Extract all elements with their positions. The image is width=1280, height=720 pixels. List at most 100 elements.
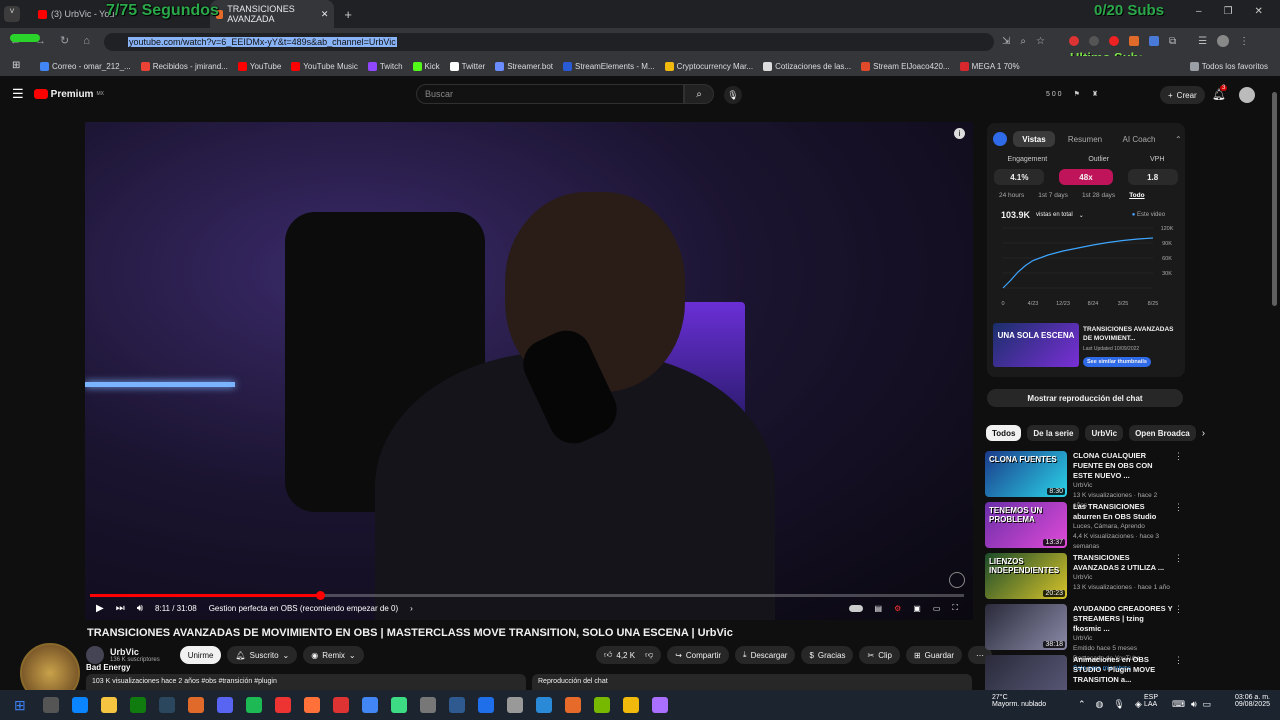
chapter-title[interactable]: Gestion perfecta en OBS (recomiendo empe… [209,604,398,613]
description-box[interactable]: 103 K visualizaciones hace 2 años #obs #… [86,674,526,690]
apps-icon[interactable]: ⊞ [12,60,20,71]
range-28d[interactable]: 1st 28 days [1082,192,1115,199]
profile-avatar[interactable] [1217,35,1230,47]
taskbar-app-icon[interactable] [362,697,378,713]
promo-thumbnail[interactable]: UNA SOLA ESCENA [993,323,1079,367]
progress-scrubber[interactable] [315,591,325,600]
tab-resumen[interactable]: Resumen [1061,131,1109,147]
bookmark-item[interactable]: Kick [412,61,440,71]
chip-open-broadcaster[interactable]: Open Broadca [1129,425,1196,441]
autoplay-toggle[interactable] [848,604,863,612]
voice-search-button[interactable]: 🎙 [724,86,742,104]
taskbar-app-icon[interactable] [536,697,552,713]
recommended-thumbnail[interactable]: 38:18 [985,604,1067,650]
more-options-icon[interactable]: ⋮ [1174,655,1183,666]
fullscreen-icon[interactable]: ⛶ [952,603,958,613]
recommended-video[interactable]: LIENZOS INDEPENDIENTES 20:23 TRANSICIONE… [985,553,1185,601]
share-button[interactable]: ↪ Compartir [667,646,730,664]
extension-icon[interactable] [1148,36,1159,46]
start-icon[interactable]: ⊞ [14,697,30,713]
chevron-right-icon[interactable]: › [410,604,413,613]
taskbar-app-icon[interactable] [565,697,581,713]
taskbar-app-icon[interactable] [188,697,204,713]
channel-name[interactable]: UrbVic [110,647,160,657]
chip-urbvic[interactable]: UrbVic [1085,425,1124,441]
download-button[interactable]: ⤓ Descargar [735,646,796,664]
taskbar-app-icon[interactable] [333,697,349,713]
bookmark-item[interactable]: Cotizaciones de las... [763,61,851,71]
taskbar-app-icon[interactable] [159,697,175,713]
channel-avatar[interactable] [86,646,104,664]
page-scrollbar[interactable] [1272,92,1277,306]
zoom-icon[interactable]: ⌕ [1020,36,1026,47]
new-tab-icon[interactable]: + [344,7,352,22]
home-icon[interactable]: ⌂ [83,35,90,47]
taskbar-app-icon[interactable] [43,697,59,713]
range-all[interactable]: Todo [1129,192,1144,199]
channel-watermark-icon[interactable] [949,572,965,588]
tray-mic-icon[interactable]: 🎙 [1113,699,1124,710]
subtitles-icon[interactable]: ▤ [875,604,883,613]
star-icon[interactable]: ☆ [1036,36,1045,47]
recommended-video[interactable]: TENEMOS UN PROBLEMA 13:37 Las TRANSICION… [985,502,1185,550]
bookmark-item[interactable]: Recibidos - jmirand... [140,61,228,71]
address-bar[interactable]: youtube.com/watch?v=6_EEIDMx-yY&t=489s&a… [104,33,994,51]
taskbar-app-icon[interactable] [217,697,233,713]
weather-widget[interactable]: 27°C Mayorm. nublado [972,694,1046,708]
collapse-icon[interactable]: ⌃ [1175,135,1182,144]
recommended-video[interactable]: 38:18 AYUDANDO CREADORES Y STREAMERS | t… [985,604,1185,672]
bookmark-item[interactable]: Correo - omar_212_... [40,61,131,71]
extension-icon[interactable] [1088,36,1099,46]
taskbar-app-icon[interactable] [478,697,494,713]
create-button[interactable]: + Crear [1160,86,1205,104]
bookmark-item[interactable]: Twitch [367,61,403,71]
bookmark-item[interactable]: StreamElements - M... [563,61,655,71]
video-player[interactable]: i [85,122,973,620]
taskbar-app-icon[interactable] [449,697,465,713]
avatar[interactable] [1239,87,1255,103]
more-options-icon[interactable]: ⋮ [1174,604,1183,615]
bookmark-item[interactable]: Twitter [449,61,485,71]
hamburger-icon[interactable]: ☰ [12,86,24,102]
more-options-icon[interactable]: ⋮ [1174,553,1183,564]
miniplayer-icon[interactable]: ▣ [913,604,921,613]
taskbar-app-icon[interactable] [623,697,639,713]
taskbar-app-icon[interactable] [246,697,262,713]
range-7d[interactable]: 1st 7 days [1038,192,1068,199]
taskbar-app-icon[interactable] [507,697,523,713]
settings-icon[interactable]: ⚙ [894,604,901,613]
bookmark-item[interactable]: Stream ElJoaco420... [861,61,950,71]
extension-icon[interactable] [1108,36,1119,46]
extension-icon[interactable] [1068,36,1079,46]
recommended-thumbnail[interactable]: TENEMOS UN PROBLEMA 13:37 [985,502,1067,548]
bookmark-item[interactable]: YouTube Music [291,61,358,71]
thumbs-down-icon[interactable]: 👎︎ [645,650,653,660]
chevron-down-icon[interactable]: ⌄ [1079,212,1084,219]
taskbar-app-icon[interactable] [72,697,88,713]
range-24h[interactable]: 24 hours [999,192,1024,199]
show-chat-replay-button[interactable]: Mostrar reproducción del chat [987,389,1183,407]
bookmark-item[interactable]: YouTube [237,61,281,71]
like-button[interactable]: 👍︎ 4,2 K 👎︎ [596,646,662,664]
status-icons[interactable]: ⌨ 🔊︎ ▭ [1172,699,1211,710]
tray-app-icon[interactable]: ◈ [1135,699,1142,710]
more-options-icon[interactable]: ⋮ [1174,451,1183,462]
tray-app-icon[interactable]: ◍ [1096,699,1104,710]
language-indicator[interactable]: ESP LAA [1144,694,1158,708]
play-icon[interactable]: ▶ [96,603,104,614]
views-label[interactable]: vistas en total [1036,212,1073,218]
tab-vistas[interactable]: Vistas [1013,131,1055,147]
taskbar-app-icon[interactable] [420,697,436,713]
tab-search-icon[interactable]: ˅ [4,6,20,22]
taskbar-app-icon[interactable] [304,697,320,713]
clock[interactable]: 03:06 a. m. 09/08/2025 [1216,694,1270,708]
next-icon[interactable]: ⏭ [116,603,125,614]
bookmark-item[interactable]: Cryptocurrency Mar... [664,61,753,71]
maximize-icon[interactable]: ❐ [1224,6,1233,17]
taskbar-app-icon[interactable] [391,697,407,713]
bookmark-item[interactable]: MEGA 1 70% [959,61,1020,71]
extension-icon[interactable]: ⚑ [1074,90,1080,98]
thanks-button[interactable]: $ Gracias [801,646,854,664]
tab-transiciones[interactable]: TRANSICIONES AVANZADA ✕ [210,0,335,28]
volume-icon[interactable]: 🔊︎ [137,603,143,614]
